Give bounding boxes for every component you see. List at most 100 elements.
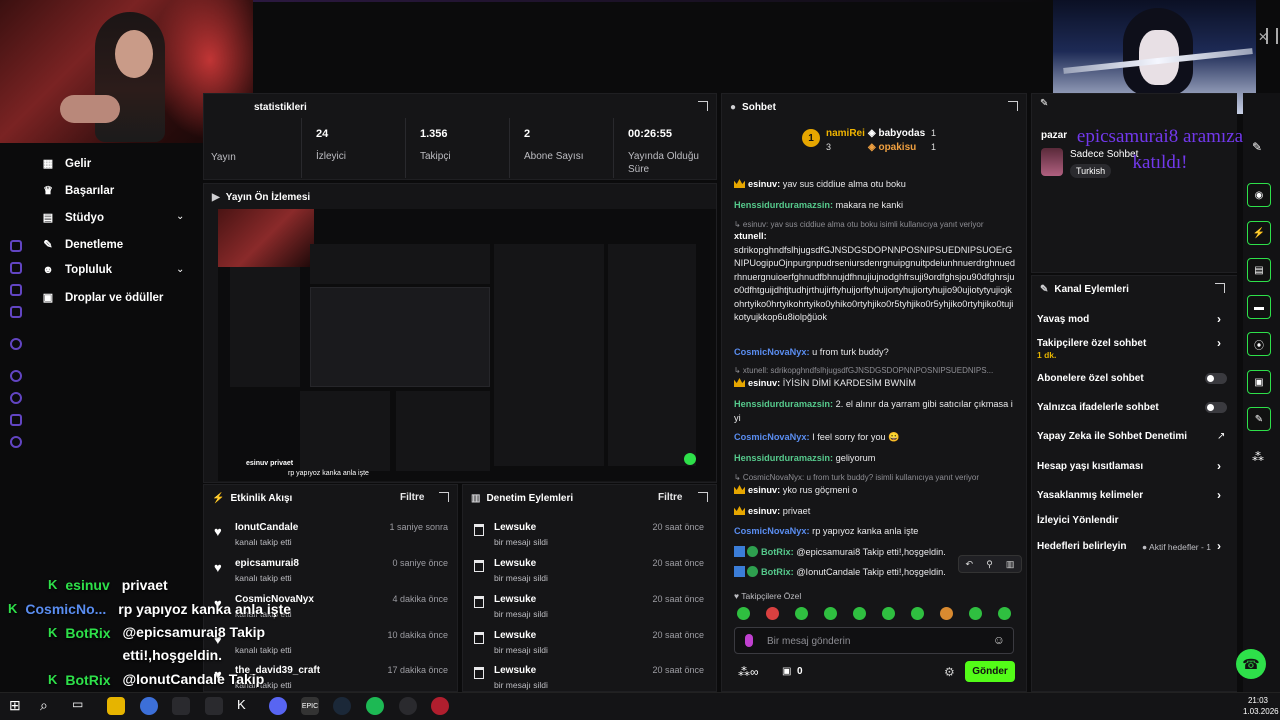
channel-action-item[interactable]: Takipçilere özel sohbet bbox=[1037, 338, 1146, 349]
chat-message[interactable]: Henssidurduramazsin: geliyorum bbox=[734, 452, 1016, 466]
chat-username[interactable]: CosmicNovaNyx: bbox=[734, 432, 810, 442]
chat-message[interactable]: Henssidurduramazsin: 2. el alınır da yar… bbox=[734, 398, 1016, 425]
chat-username[interactable]: esinuv: bbox=[748, 506, 780, 516]
emote-icon[interactable] bbox=[882, 607, 895, 620]
chat-username[interactable]: xtunell: bbox=[734, 231, 767, 241]
chat-message[interactable]: esinuv: yav sus ciddiue alma otu boku bbox=[734, 178, 1016, 192]
popout-icon[interactable] bbox=[1008, 101, 1018, 111]
file-explorer-icon[interactable] bbox=[107, 697, 125, 715]
leader-name[interactable]: ◈ babyodas bbox=[868, 128, 925, 139]
external-link-icon[interactable]: ↗ bbox=[1217, 431, 1225, 442]
opera-icon[interactable] bbox=[431, 697, 449, 715]
clock[interactable]: 21:03 1.03.2026 bbox=[1243, 696, 1279, 716]
stream-preview[interactable]: esinuv privaet rp yapıyoz kanka anla işt… bbox=[218, 209, 716, 481]
chevron-right-icon[interactable]: › bbox=[1217, 488, 1221, 502]
epic-games-icon[interactable]: EPIC bbox=[301, 697, 319, 715]
chat-message[interactable]: CosmicNovaNyx: u from turk buddy? bbox=[734, 346, 1016, 360]
emote-icon[interactable] bbox=[969, 607, 982, 620]
activity-filter-button[interactable]: Filtre bbox=[400, 492, 424, 503]
chat-username[interactable]: CosmicNovaNyx: bbox=[734, 526, 810, 536]
channel-action-item[interactable]: İzleyici Yönlendir bbox=[1037, 515, 1119, 526]
chat-username[interactable]: BotRix: bbox=[761, 547, 794, 557]
chat-input[interactable]: Bir mesaj gönderin ☺ bbox=[734, 627, 1014, 654]
chevron-right-icon[interactable]: › bbox=[1217, 336, 1221, 350]
chevron-down-icon[interactable]: ⌄ bbox=[176, 264, 184, 275]
emote-icon[interactable] bbox=[911, 607, 924, 620]
toggle-switch[interactable] bbox=[1205, 373, 1227, 384]
channel-action-item[interactable]: Yapay Zeka ile Sohbet Denetimi bbox=[1037, 431, 1187, 442]
reply-icon[interactable]: ↶ bbox=[966, 559, 974, 570]
chat-username[interactable]: Henssidurduramazsin: bbox=[734, 453, 833, 463]
toggle-switch[interactable] bbox=[1205, 402, 1227, 413]
emote-icon[interactable] bbox=[853, 607, 866, 620]
popout-icon[interactable] bbox=[698, 492, 708, 502]
emote-icon[interactable] bbox=[766, 607, 779, 620]
nav-studyo[interactable]: ▤ Stüdyo bbox=[40, 211, 104, 225]
camera-icon[interactable]: ◉ bbox=[1247, 183, 1271, 207]
document-icon[interactable]: ▤ bbox=[1247, 258, 1271, 282]
emote-icon[interactable] bbox=[998, 607, 1011, 620]
support-button[interactable]: ☎ bbox=[1236, 649, 1266, 679]
chevron-right-icon[interactable]: › bbox=[1217, 539, 1221, 553]
points-icon[interactable]: ⁂∞ bbox=[738, 665, 759, 679]
chat-username[interactable]: Henssidurduramazsin: bbox=[734, 399, 833, 409]
channel-action-item[interactable]: Yasaklanmış kelimeler bbox=[1037, 490, 1143, 501]
chat-username[interactable]: Henssidurduramazsin: bbox=[734, 200, 833, 210]
gear-icon[interactable]: ⚙ bbox=[944, 665, 955, 679]
chat-username[interactable]: esinuv: bbox=[748, 179, 780, 189]
channel-action-item[interactable]: Yavaş mod bbox=[1037, 314, 1089, 325]
channel-action-item[interactable]: Yalnızca ifadelerle sohbet bbox=[1037, 402, 1159, 413]
leader-name[interactable]: namiRei bbox=[826, 128, 865, 139]
nav-denetleme[interactable]: ✎ Denetleme bbox=[40, 238, 123, 252]
nav-topluluk[interactable]: ☻ Topluluk bbox=[40, 264, 112, 276]
chat-message[interactable]: CosmicNovaNyx: I feel sorry for you 😀 bbox=[734, 431, 1016, 445]
save-icon[interactable]: ▣ bbox=[1247, 370, 1271, 394]
app-icon[interactable] bbox=[205, 697, 223, 715]
chat-username[interactable]: esinuv: bbox=[748, 485, 780, 495]
emote-icon[interactable] bbox=[795, 607, 808, 620]
chat-username[interactable]: esinuv: bbox=[748, 378, 780, 388]
popout-icon[interactable] bbox=[1215, 283, 1225, 293]
chat-message[interactable]: Henssidurduramazsin: makara ne kanki bbox=[734, 199, 1016, 213]
task-view-icon[interactable]: ▭ bbox=[72, 697, 90, 715]
chat-message[interactable]: esinuv: İYİSİN DİMİ KARDESİM BWNİM bbox=[734, 377, 1016, 391]
chat-icon[interactable]: ▬ bbox=[1247, 295, 1271, 319]
spotify-icon[interactable] bbox=[366, 697, 384, 715]
chat-message[interactable]: esinuv: privaet bbox=[734, 505, 1016, 519]
community-icon[interactable]: ⁂ bbox=[1252, 450, 1264, 464]
nav-gelir[interactable]: ▦ Gelir bbox=[40, 157, 91, 171]
emote-icon[interactable] bbox=[737, 607, 750, 620]
chat-username[interactable]: CosmicNovaNyx: bbox=[734, 347, 810, 357]
nav-droplar[interactable]: ▣ Droplar ve ödüller bbox=[40, 291, 164, 305]
bolt-icon[interactable]: ⚡ bbox=[1247, 221, 1271, 245]
emoji-icon[interactable]: ☺ bbox=[993, 633, 1005, 647]
popout-icon[interactable] bbox=[439, 492, 449, 502]
nav-basarilar[interactable]: ♛ Başarılar bbox=[40, 184, 114, 198]
chat-message[interactable]: esinuv: yko rus göçmeni o bbox=[734, 484, 1016, 498]
obs-icon[interactable] bbox=[399, 697, 417, 715]
modlog-filter-button[interactable]: Filtre bbox=[658, 492, 682, 503]
leader-name[interactable]: ◈ opakisu bbox=[868, 142, 916, 153]
edit-icon[interactable]: ✎ bbox=[1252, 140, 1262, 154]
emote-icon[interactable] bbox=[824, 607, 837, 620]
search-icon[interactable]: ⌕ bbox=[40, 697, 58, 715]
chevron-right-icon[interactable]: › bbox=[1217, 312, 1221, 326]
wrench-icon[interactable]: ✎ bbox=[1247, 407, 1271, 431]
channel-action-item[interactable]: Hesap yaşı kısıtlaması bbox=[1037, 461, 1143, 472]
gift-icon[interactable]: ▣ bbox=[782, 666, 791, 677]
chat-message[interactable]: xtunell: sdrikopghndfslhjugsdfGJNSDGSDOPN… bbox=[734, 230, 1016, 325]
kick-icon[interactable]: K bbox=[237, 697, 255, 715]
discord-icon[interactable] bbox=[269, 697, 287, 715]
popout-icon[interactable] bbox=[698, 101, 708, 111]
browser-icon[interactable] bbox=[140, 697, 158, 715]
chat-username[interactable]: BotRix: bbox=[761, 567, 794, 577]
send-button[interactable]: Gönder bbox=[965, 661, 1015, 682]
pin-icon[interactable]: ⚲ bbox=[986, 559, 993, 570]
chevron-right-icon[interactable]: › bbox=[1217, 459, 1221, 473]
delete-icon[interactable]: ▥ bbox=[1006, 559, 1015, 570]
steam-icon[interactable] bbox=[333, 697, 351, 715]
channel-action-item[interactable]: Abonelere özel sohbet bbox=[1037, 373, 1144, 384]
chat-message[interactable]: CosmicNovaNyx: rp yapıyoz kanka anla işt… bbox=[734, 525, 1016, 539]
channel-action-item[interactable]: Hedefleri belirleyin bbox=[1037, 541, 1126, 552]
emote-icon[interactable] bbox=[940, 607, 953, 620]
